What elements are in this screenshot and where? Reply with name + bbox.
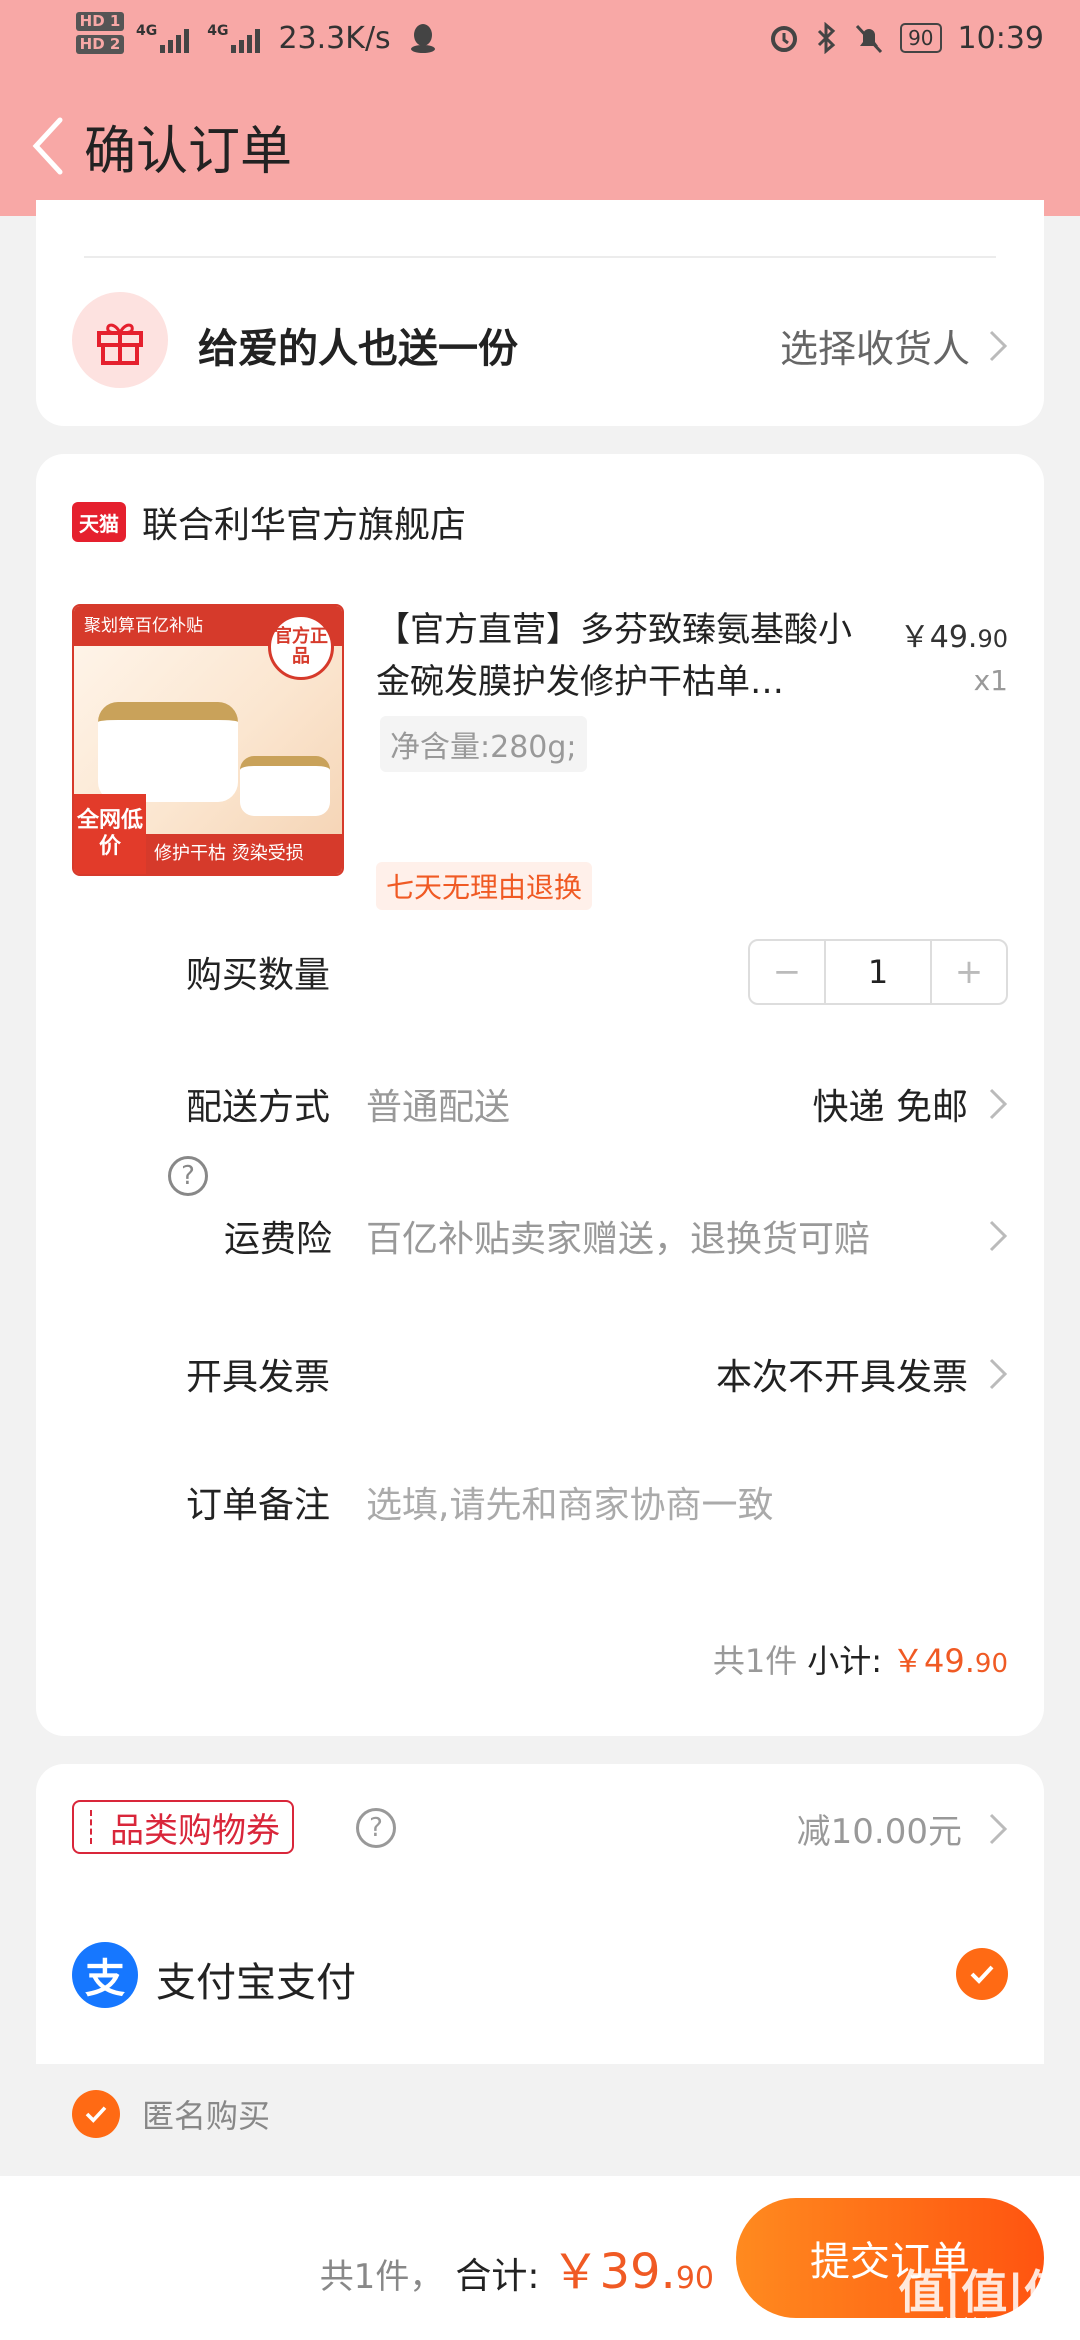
quantity-value[interactable]: 1 (824, 941, 932, 1003)
gift-title: 给爱的人也送一份 (198, 326, 518, 372)
select-recipient-button[interactable]: 选择收货人 (780, 318, 1008, 373)
divider (84, 256, 996, 258)
insurance-label: 运费险 (224, 1219, 333, 1260)
thumb-badge: 官方正品 (268, 614, 334, 680)
bluetooth-icon (818, 22, 836, 54)
clock: 10:39 (957, 20, 1044, 56)
return-policy-tag: 七天无理由退换 (376, 862, 593, 910)
invoice-row[interactable]: 开具发票 本次不开具发票 (186, 1334, 1008, 1414)
hd1-badge: HD 1 (76, 12, 124, 31)
note-input[interactable]: 选填,请先和商家协商一致 (366, 1476, 773, 1528)
product-jar-small-graphic (240, 756, 330, 816)
hd-indicators: HD 1 HD 2 (76, 10, 124, 56)
coupon-value: 减10.00元 (796, 1812, 962, 1852)
check-icon[interactable] (956, 1948, 1008, 2000)
total-count: 共1件， (319, 2257, 444, 2297)
gift-icon (72, 292, 168, 388)
payment-method-label[interactable]: 支付宝支付 (156, 1950, 356, 2008)
tmall-icon: 天猫 (72, 502, 126, 542)
note-row: 订单备注 选填,请先和商家协商一致 (186, 1462, 1008, 1542)
status-bar: HD 1 HD 2 4G 4G 23.3K/s 90 10:39 (0, 0, 1080, 76)
subtotal-amount: ￥49.90 (892, 1642, 1008, 1680)
store-name: 联合利华官方旗舰店 (142, 505, 467, 546)
coupon-selector[interactable]: 减10.00元 (797, 1804, 1008, 1853)
order-card: 天猫 联合利华官方旗舰店 聚划算百亿补贴 官方正品 修护干枯 烫染受损 全网低价… (36, 454, 1044, 1736)
payment-card: 品类购物券 ? 减10.00元 支 支付宝支付 (36, 1764, 1044, 2064)
delivery-row[interactable]: 配送方式 普通配送 快递 免邮 (186, 1064, 1008, 1144)
mute-icon (855, 24, 883, 54)
nav-bar: 确认订单 (0, 76, 1080, 216)
help-icon[interactable]: ? (356, 1808, 396, 1848)
product-jar-graphic (98, 702, 238, 802)
invoice-label: 开具发票 (186, 1357, 331, 1398)
watermark: 值|值|值 zhizhizhi.com (898, 2265, 1070, 2332)
quantity-row: 购买数量 − 1 + (186, 932, 1008, 1012)
qq-icon (410, 24, 435, 53)
network-speed: 23.3K/s (278, 20, 391, 56)
signal-1-icon: 4G (136, 23, 190, 53)
quantity-label: 购买数量 (186, 955, 331, 996)
invoice-value: 本次不开具发票 (715, 1357, 968, 1398)
back-arrow-icon[interactable] (12, 76, 82, 216)
help-icon[interactable]: ? (168, 1156, 208, 1196)
product-spec: 净含量:280g; (380, 716, 587, 772)
insurance-row[interactable]: 运费险 百亿补贴卖家赠送，退换货可赔 (224, 1196, 1008, 1276)
order-total: 共1件， 合计: ￥39.90 (320, 2232, 714, 2302)
product-image[interactable]: 聚划算百亿补贴 官方正品 修护干枯 烫染受损 全网低价 (72, 604, 344, 876)
thumb-lowprice: 全网低价 (74, 794, 146, 874)
delivery-sub: 普通配送 (366, 1087, 511, 1128)
quantity-stepper: − 1 + (748, 939, 1008, 1005)
check-icon (72, 2090, 120, 2138)
product-quantity: x1 (973, 664, 1008, 697)
alarm-icon (771, 26, 798, 52)
store-header[interactable]: 天猫 联合利华官方旗舰店 (72, 496, 466, 548)
chevron-right-icon (989, 1088, 1008, 1120)
coupon-tag: 品类购物券 (72, 1800, 294, 1854)
note-label: 订单备注 (186, 1485, 331, 1526)
alipay-icon: 支 (72, 1942, 138, 2008)
subtotal: 共1件 小计: ￥49.90 (713, 1636, 1008, 1682)
battery-indicator: 90 (900, 23, 942, 53)
anonymous-label: 匿名购买 (142, 2097, 271, 2135)
delivery-label: 配送方式 (186, 1087, 331, 1128)
chevron-right-icon (989, 1358, 1008, 1390)
anonymous-purchase-toggle[interactable]: 匿名购买 (72, 2090, 270, 2138)
product-title[interactable]: 【官方直营】多芬致臻氨基酸小金碗发膜护发修护干枯单… (376, 604, 856, 708)
delivery-value: 快递 免邮 (812, 1087, 968, 1128)
subtotal-count: 共1件 (712, 1642, 798, 1680)
subtotal-label: 小计: (807, 1642, 882, 1680)
select-recipient-label: 选择收货人 (779, 327, 970, 371)
bottom-bar: 共1件， 合计: ￥39.90 提交订单 值|值|值 zhizhizhi.com (0, 2176, 1080, 2340)
page-title: 确认订单 (84, 121, 293, 182)
plus-icon[interactable]: + (932, 941, 1006, 1003)
total-amount: ￥39.90 (551, 2244, 714, 2300)
chevron-right-icon (989, 330, 1008, 361)
insurance-sub: 百亿补贴卖家赠送，退换货可赔 (366, 1219, 871, 1260)
signal-2-icon: 4G (207, 23, 261, 53)
chevron-right-icon (989, 1220, 1008, 1252)
gift-card: 给爱的人也送一份 选择收货人 (36, 200, 1044, 426)
hd2-badge: HD 2 (76, 35, 124, 54)
total-label: 合计: (455, 2256, 540, 2297)
minus-icon[interactable]: − (750, 941, 824, 1003)
product-price: ￥49.90 (899, 620, 1008, 655)
chevron-right-icon (989, 1813, 1008, 1844)
